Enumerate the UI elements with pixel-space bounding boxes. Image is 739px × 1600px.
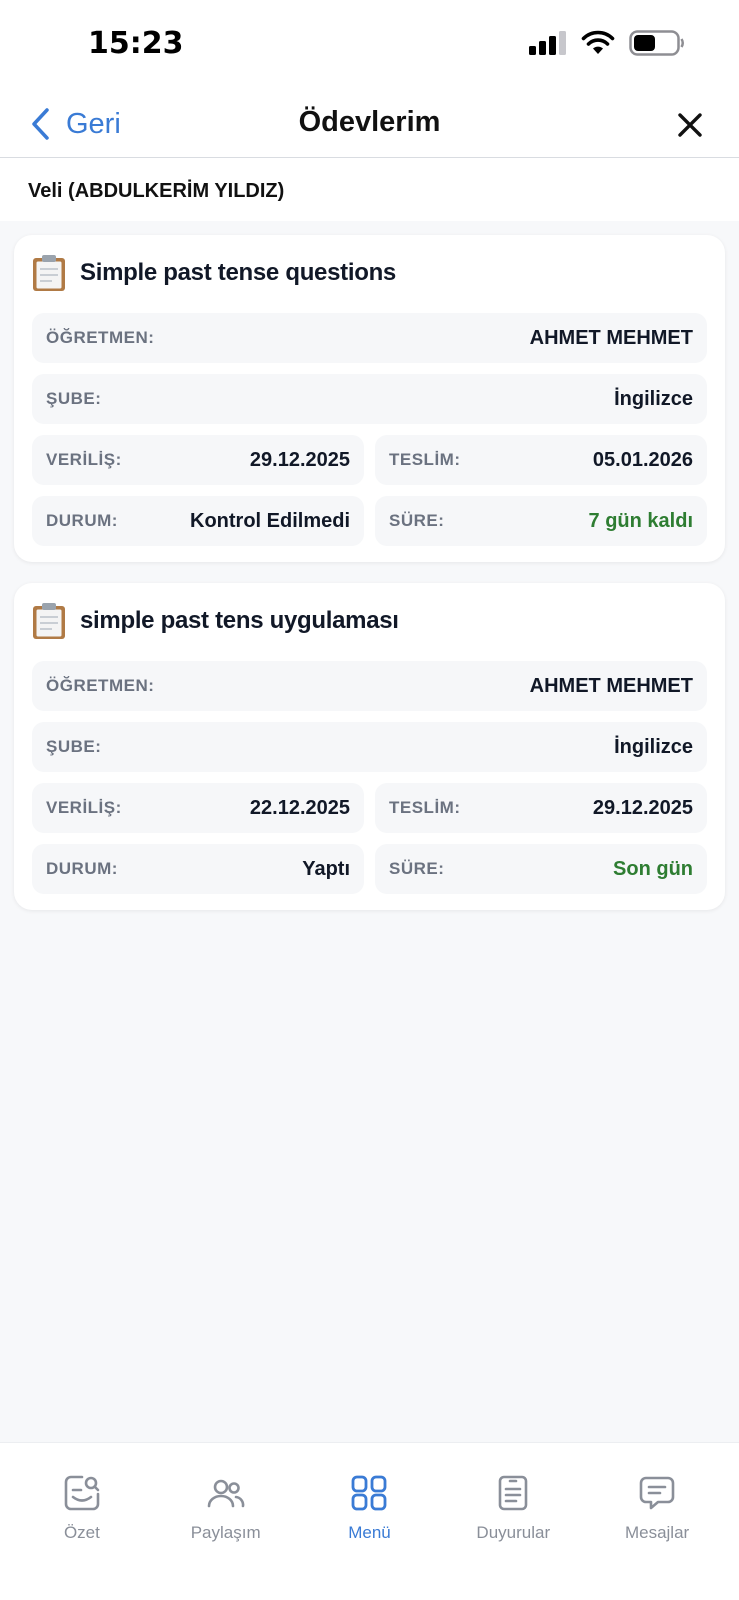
status-cell: DURUM: Kontrol Edilmedi xyxy=(32,496,364,546)
tab-messages[interactable]: Mesajlar xyxy=(592,1443,722,1600)
branch-value: İngilizce xyxy=(614,735,693,758)
due-date-value: 29.12.2025 xyxy=(592,796,693,819)
branch-row: ŞUBE: İngilizce xyxy=(32,722,707,772)
remaining-time-cell: SÜRE: Son gün xyxy=(375,844,707,894)
cellular-signal-icon xyxy=(529,31,566,55)
assignment-title: Simple past tense questions xyxy=(80,259,396,286)
battery-icon xyxy=(629,30,684,56)
status-value: Kontrol Edilmedi xyxy=(190,509,350,532)
given-date-label: VERİLİŞ: xyxy=(46,450,122,469)
due-date-label: TESLİM: xyxy=(389,450,461,469)
close-button[interactable] xyxy=(675,110,705,140)
assignment-header: simple past tens uygulaması xyxy=(32,601,707,641)
assignment-list: Simple past tense questions ÖĞRETMEN: AH… xyxy=(0,221,739,910)
status-icons xyxy=(529,30,685,56)
users-icon xyxy=(207,1479,244,1508)
branch-label: ŞUBE: xyxy=(46,737,102,756)
teacher-value: AHMET MEHMET xyxy=(529,326,693,349)
close-icon xyxy=(678,113,702,137)
tab-announcements[interactable]: Duyurular xyxy=(448,1443,578,1600)
remaining-time-value: Son gün xyxy=(613,857,693,880)
status-label: DURUM: xyxy=(46,859,118,878)
date-row: VERİLİŞ: 29.12.2025 TESLİM: 05.01.2026 xyxy=(32,435,707,485)
branch-value: İngilizce xyxy=(614,387,693,410)
remaining-time-label: SÜRE: xyxy=(389,511,445,530)
clipboard-icon xyxy=(33,255,65,291)
status-label: DURUM: xyxy=(46,511,118,530)
assignment-card[interactable]: Simple past tense questions ÖĞRETMEN: AH… xyxy=(14,235,725,562)
teacher-row: ÖĞRETMEN: AHMET MEHMET xyxy=(32,313,707,363)
given-date-cell: VERİLİŞ: 22.12.2025 xyxy=(32,783,364,833)
status-row: DURUM: Yaptı SÜRE: Son gün xyxy=(32,844,707,894)
summary-icon xyxy=(64,1475,100,1511)
message-icon xyxy=(639,1476,675,1510)
due-date-label: TESLİM: xyxy=(389,798,461,817)
document-icon xyxy=(498,1475,528,1511)
given-date-value: 29.12.2025 xyxy=(249,448,350,471)
given-date-cell: VERİLİŞ: 29.12.2025 xyxy=(32,435,364,485)
tab-label: Menü xyxy=(348,1523,391,1542)
navigation-bar: Geri Ödevlerim xyxy=(0,90,739,158)
given-date-value: 22.12.2025 xyxy=(249,796,350,819)
bottom-tab-bar: Özet Paylaşım Menü Duyurular Mesajlar xyxy=(0,1442,739,1600)
tab-summary[interactable]: Özet xyxy=(17,1443,147,1600)
given-date-label: VERİLİŞ: xyxy=(46,798,122,817)
grid-icon xyxy=(352,1475,387,1511)
page-title: Ödevlerim xyxy=(298,106,441,138)
assignment-title: simple past tens uygulaması xyxy=(80,607,399,634)
tab-menu[interactable]: Menü xyxy=(304,1443,434,1600)
wifi-icon xyxy=(581,30,615,54)
status-bar: 15:23 xyxy=(0,0,739,90)
assignment-card[interactable]: simple past tens uygulaması ÖĞRETMEN: AH… xyxy=(14,583,725,910)
tab-label: Özet xyxy=(63,1523,100,1542)
tab-label: Paylaşım xyxy=(190,1523,261,1542)
status-cell: DURUM: Yaptı xyxy=(32,844,364,894)
date-row: VERİLİŞ: 22.12.2025 TESLİM: 29.12.2025 xyxy=(32,783,707,833)
due-date-cell: TESLİM: 05.01.2026 xyxy=(375,435,707,485)
remaining-time-label: SÜRE: xyxy=(389,859,445,878)
status-time: 15:23 xyxy=(88,26,184,61)
assignment-header: Simple past tense questions xyxy=(32,253,707,293)
status-value: Yaptı xyxy=(302,857,350,880)
tab-sharing[interactable]: Paylaşım xyxy=(161,1443,291,1600)
tab-label: Mesajlar xyxy=(624,1523,690,1542)
remaining-time-cell: SÜRE: 7 gün kaldı xyxy=(375,496,707,546)
status-row: DURUM: Kontrol Edilmedi SÜRE: 7 gün kald… xyxy=(32,496,707,546)
tab-label: Duyurular xyxy=(476,1523,551,1542)
teacher-label: ÖĞRETMEN: xyxy=(46,328,155,347)
user-name-label: Veli (ABDULKERİM YILDIZ) xyxy=(0,158,739,221)
branch-row: ŞUBE: İngilizce xyxy=(32,374,707,424)
teacher-row: ÖĞRETMEN: AHMET MEHMET xyxy=(32,661,707,711)
remaining-time-value: 7 gün kaldı xyxy=(588,509,693,532)
branch-label: ŞUBE: xyxy=(46,389,102,408)
teacher-label: ÖĞRETMEN: xyxy=(46,676,155,695)
clipboard-icon xyxy=(33,603,65,639)
due-date-value: 05.01.2026 xyxy=(592,448,693,471)
teacher-value: AHMET MEHMET xyxy=(529,674,693,697)
due-date-cell: TESLİM: 29.12.2025 xyxy=(375,783,707,833)
